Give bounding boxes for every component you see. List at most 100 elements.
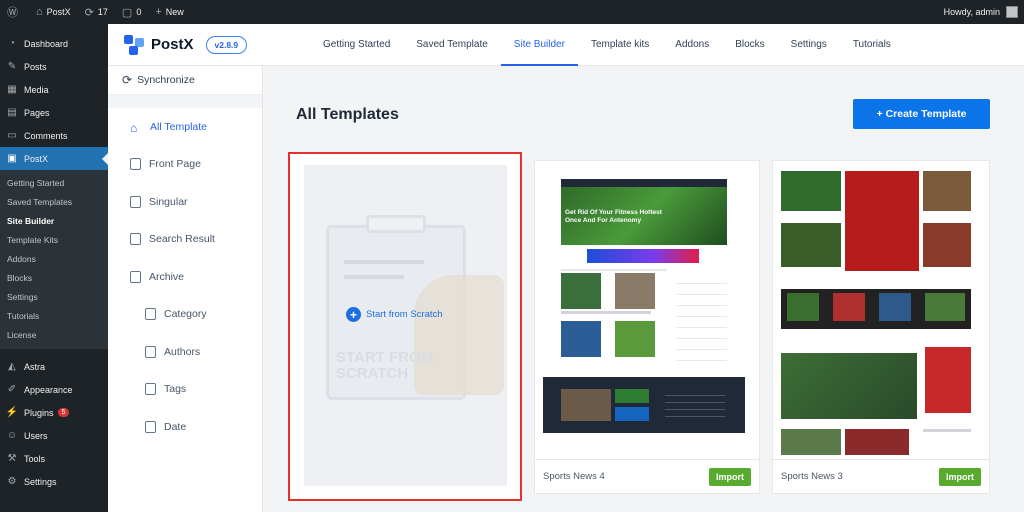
menu-item-label: Users [24, 430, 48, 441]
menu-item-label: Dashboard [24, 38, 69, 49]
import-button[interactable]: Import [939, 467, 981, 486]
template-card-footer: Sports News 3 Import [773, 459, 989, 493]
submenu-item-settings[interactable]: Settings [0, 287, 108, 306]
media-icon: ▦ [7, 84, 17, 95]
tab-getting-started[interactable]: Getting Started [310, 24, 403, 66]
scratch-illustration: START FROM SCRATCH [304, 165, 507, 486]
comment-icon: ▢ [121, 6, 133, 19]
users-icon: ☺ [6, 430, 18, 441]
new-content-link[interactable]: + New [148, 0, 190, 24]
plus-icon: + [155, 6, 162, 18]
home-icon: ⌂ [130, 120, 138, 135]
template-icon [130, 195, 141, 208]
tab-tutorials[interactable]: Tutorials [840, 24, 904, 66]
sync-icon: ⟳ [122, 73, 133, 87]
brush-icon: ✐ [7, 384, 17, 395]
sidebar-item-all-template[interactable]: ⌂ All Template [108, 108, 262, 146]
sidebar-item-front-page[interactable]: Front Page [108, 146, 262, 184]
template-card-sports-news-3[interactable]: Sports News 3 Import [772, 160, 990, 494]
main-content: All Templates + Create Template START FR… [263, 66, 1024, 512]
start-from-scratch-card[interactable]: START FROM SCRATCH + Start from Scratch [288, 152, 522, 501]
template-icon [130, 158, 141, 171]
astra-icon: ◭ [8, 361, 16, 372]
submenu-item-site-builder[interactable]: Site Builder [0, 211, 108, 230]
menu-item-astra[interactable]: ◭ Astra [0, 355, 108, 378]
submenu-item-getting-started[interactable]: Getting Started [0, 173, 108, 192]
tab-addons[interactable]: Addons [662, 24, 722, 66]
template-preview-sports-news-3 [773, 161, 989, 455]
sidebar-item-authors[interactable]: Authors [108, 333, 262, 371]
template-icon [145, 345, 156, 358]
menu-item-comments[interactable]: ▭ Comments [0, 124, 108, 147]
menu-item-dashboard[interactable]: ◔ Dashboard [0, 32, 108, 55]
postx-top-nav: PostX v2.8.9 Getting Started Saved Templa… [108, 24, 1024, 66]
sidebar-item-archive[interactable]: Archive [108, 258, 262, 296]
plus-circle-icon: + [346, 307, 361, 322]
wordpress-icon: Ⓦ [7, 7, 18, 19]
wp-logo-button[interactable]: Ⓦ [0, 0, 29, 24]
start-from-scratch-link[interactable]: + Start from Scratch [346, 307, 443, 322]
submenu-item-license[interactable]: License [0, 325, 108, 344]
home-icon: ⌂ [36, 6, 43, 18]
tab-blocks[interactable]: Blocks [722, 24, 777, 66]
account-menu[interactable]: Howdy, admin [937, 0, 1024, 24]
menu-item-label: Appearance [24, 384, 73, 395]
menu-item-posts[interactable]: ✎ Posts [0, 55, 108, 78]
menu-item-label: Settings [24, 476, 57, 487]
site-name-link[interactable]: ⌂ PostX [29, 0, 78, 24]
sidebar-item-tags[interactable]: Tags [108, 371, 262, 409]
sidebar-item-category[interactable]: Category [108, 296, 262, 334]
sidebar-item-label: Tags [164, 383, 187, 396]
menu-item-label: Pages [24, 107, 50, 118]
comments-link[interactable]: ▢ 0 [115, 0, 148, 24]
admin-bar: Ⓦ ⌂ PostX ⟳ 17 ▢ 0 + New Howdy, admin [0, 0, 1024, 24]
menu-item-label: Media [24, 84, 49, 95]
menu-item-media[interactable]: ▦ Media [0, 78, 108, 101]
menu-item-plugins[interactable]: ⚡ Plugins 5 [0, 401, 108, 424]
template-icon [145, 420, 156, 433]
menu-item-users[interactable]: ☺ Users [0, 424, 108, 447]
template-icon [130, 270, 141, 283]
sidebar-item-label: Search Result [149, 233, 215, 246]
menu-item-appearance[interactable]: ✐ Appearance [0, 378, 108, 401]
create-template-button[interactable]: + Create Template [853, 99, 990, 129]
wrench-icon: ⚒ [7, 453, 17, 464]
submenu-item-template-kits[interactable]: Template Kits [0, 230, 108, 249]
sidebar-item-label: Date [164, 420, 187, 433]
synchronize-button[interactable]: ⟳ Synchronize [108, 66, 262, 95]
template-card-sports-news-4[interactable]: Get Rid Of Your Fitness Hottest Once And … [534, 160, 760, 494]
sidebar-item-date[interactable]: Date [108, 408, 262, 446]
menu-item-tools[interactable]: ⚒ Tools [0, 447, 108, 470]
sidebar-item-label: Authors [164, 345, 201, 358]
template-type-sidebar: ⟳ Synchronize ⌂ All Template Front Page Sing… [108, 66, 263, 512]
pages-icon: ▤ [7, 107, 17, 118]
template-icon [145, 383, 156, 396]
menu-item-pages[interactable]: ▤ Pages [0, 101, 108, 124]
menu-item-label: Posts [24, 61, 47, 72]
tab-settings[interactable]: Settings [778, 24, 840, 66]
submenu-item-blocks[interactable]: Blocks [0, 268, 108, 287]
tab-template-kits[interactable]: Template kits [578, 24, 662, 66]
postx-icon: ▣ [7, 153, 17, 164]
submenu-item-saved-templates[interactable]: Saved Templates [0, 192, 108, 211]
template-name: Sports News 3 [781, 471, 843, 482]
postx-logo-icon [124, 34, 146, 55]
refresh-icon: ⟳ [84, 6, 94, 19]
tab-saved-template[interactable]: Saved Template [403, 24, 501, 66]
updates-link[interactable]: ⟳ 17 [78, 0, 115, 24]
tab-site-builder[interactable]: Site Builder [500, 24, 579, 66]
import-button[interactable]: Import [709, 467, 751, 486]
submenu-item-addons[interactable]: Addons [0, 249, 108, 268]
template-icon [130, 233, 141, 246]
sidebar-item-label: Front Page [149, 158, 201, 171]
page-title: All Templates [296, 106, 399, 123]
sidebar-item-search-result[interactable]: Search Result [108, 221, 262, 259]
menu-item-postx[interactable]: ▣ PostX [0, 147, 108, 170]
sidebar-item-singular[interactable]: Singular [108, 183, 262, 221]
menu-item-settings[interactable]: ⚙ Settings [0, 470, 108, 493]
plug-icon: ⚡ [5, 407, 19, 418]
menu-item-label: Tools [24, 453, 46, 464]
template-card-footer: Sports News 4 Import [535, 459, 759, 493]
template-icon [145, 308, 156, 321]
submenu-item-tutorials[interactable]: Tutorials [0, 306, 108, 325]
